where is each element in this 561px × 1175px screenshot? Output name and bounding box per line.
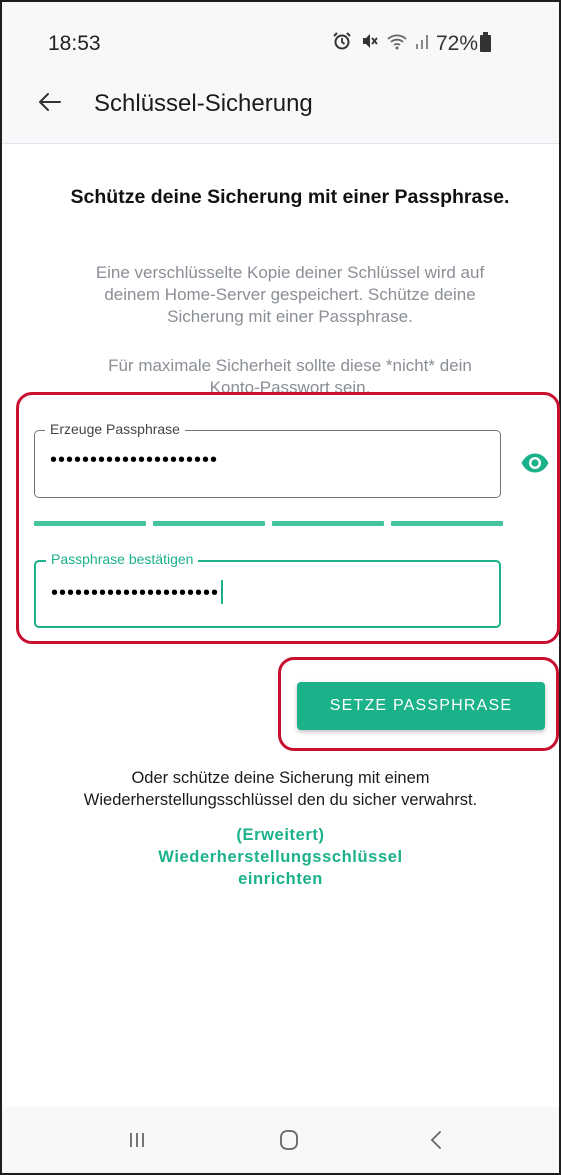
set-passphrase-button[interactable]: SETZE PASSPHRASE xyxy=(297,682,545,730)
mute-icon xyxy=(363,34,378,48)
strength-segment xyxy=(153,521,265,526)
alarm-icon xyxy=(333,32,351,50)
warning-line: Für maximale Sicherheit sollte diese *ni… xyxy=(108,356,472,375)
passphrase-field-value: ••••••••••••••••••••• xyxy=(50,449,219,471)
link-line: einrichten xyxy=(238,870,323,888)
back-icon[interactable] xyxy=(422,1127,452,1153)
description-line: Sicherung mit einer Passphrase. xyxy=(167,307,413,326)
alternative-text-line: Wiederherstellungsschlüssel den du siche… xyxy=(83,791,478,809)
signal-icon xyxy=(416,35,429,49)
alternative-text: Oder schütze deine Sicherung mit einem W… xyxy=(0,767,561,811)
strength-segment xyxy=(391,521,503,526)
setup-recovery-key-link[interactable]: (Erweitert) Wiederherstellungsschlüssel … xyxy=(0,824,561,890)
home-icon[interactable] xyxy=(274,1127,304,1153)
password-strength-meter xyxy=(34,521,503,526)
headline: Schütze deine Sicherung mit einer Passph… xyxy=(70,186,510,208)
text-cursor xyxy=(221,580,224,604)
status-bar: 18:53 72% xyxy=(2,2,559,64)
strength-segment xyxy=(34,521,146,526)
link-line: (Erweitert) xyxy=(236,826,325,844)
confirm-passphrase-field-value: ••••••••••••••••••••• xyxy=(51,580,224,605)
warning-line: Konto-Passwort sein. xyxy=(209,378,371,397)
status-time: 18:53 xyxy=(48,32,101,55)
description: Eine verschlüsselte Kopie deiner Schlüss… xyxy=(0,262,561,328)
security-warning: Für maximale Sicherheit sollte diese *ni… xyxy=(0,355,561,399)
confirm-passphrase-dots: ••••••••••••••••••••• xyxy=(51,582,220,604)
wifi-icon xyxy=(387,34,407,50)
recent-apps-icon[interactable] xyxy=(122,1127,152,1153)
description-line: Eine verschlüsselte Kopie deiner Schlüss… xyxy=(95,263,485,282)
confirm-passphrase-field[interactable]: Passphrase bestätigen ••••••••••••••••••… xyxy=(34,550,501,628)
eye-icon[interactable] xyxy=(520,452,550,474)
battery-indicator: 72% xyxy=(436,32,492,56)
link-line: Wiederherstellungsschlüssel xyxy=(158,848,403,866)
battery-percent: 72% xyxy=(436,32,479,55)
strength-segment xyxy=(272,521,384,526)
arrow-left-icon[interactable] xyxy=(34,86,66,118)
toolbar: Schlüssel-Sicherung xyxy=(2,64,559,144)
passphrase-field[interactable]: Erzeuge Passphrase ••••••••••••••••••••• xyxy=(34,420,501,498)
passphrase-field-label: Erzeuge Passphrase xyxy=(45,420,185,438)
system-nav-bar xyxy=(2,1107,559,1173)
battery-icon xyxy=(480,32,492,52)
page-title: Schlüssel-Sicherung xyxy=(94,90,313,117)
alternative-text-line: Oder schütze deine Sicherung mit einem xyxy=(131,769,430,787)
status-icons xyxy=(332,32,432,53)
description-line: deinem Home-Server gespeichert. Schütze … xyxy=(104,285,476,304)
confirm-passphrase-field-label: Passphrase bestätigen xyxy=(46,550,199,568)
